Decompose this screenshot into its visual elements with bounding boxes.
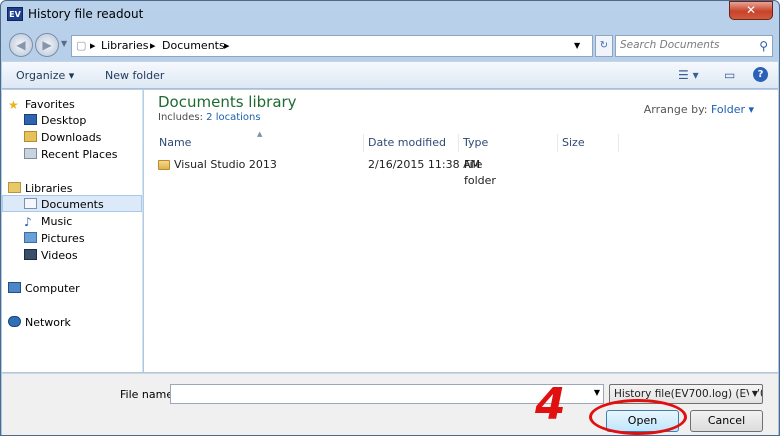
desktop-icon: [24, 114, 37, 125]
network-icon: [8, 316, 21, 327]
recent-pages-dropdown-icon[interactable]: ▼: [61, 39, 67, 48]
column-header-name[interactable]: Name: [156, 134, 364, 152]
nav-desktop[interactable]: Desktop: [24, 112, 164, 129]
search-input[interactable]: [620, 39, 748, 51]
column-header-type[interactable]: Type: [460, 134, 558, 152]
nav-pictures[interactable]: Pictures: [24, 230, 164, 247]
pictures-icon: [24, 232, 37, 243]
address-bar[interactable]: ▢ ▸ Libraries ▸ Documents ▸ ▼: [71, 35, 593, 57]
command-bar: Organize ▾ New folder ☰ ▾ ▭ ?: [2, 61, 778, 89]
file-name-label: File name:: [120, 388, 177, 401]
address-row: ◀ ▶ ▼ ▢ ▸ Libraries ▸ Documents ▸ ▼ ↻ ⚲: [7, 31, 775, 59]
navigation-pane: ★ Favorites Desktop Downloads Recent Plac…: [2, 90, 143, 372]
breadcrumb-libraries[interactable]: Libraries: [101, 39, 149, 52]
folder-icon: [158, 160, 170, 170]
address-dropdown-icon[interactable]: ▼: [574, 41, 580, 50]
app-icon: EV: [7, 7, 23, 21]
documents-icon: [24, 198, 37, 209]
libraries-icon: [8, 182, 21, 193]
organize-button[interactable]: Organize ▾: [16, 69, 74, 82]
help-icon[interactable]: ?: [753, 67, 768, 82]
library-title: Documents library: [158, 93, 297, 111]
arrange-by-dropdown[interactable]: Folder ▾: [711, 103, 754, 116]
library-includes: Includes: 2 locations: [158, 112, 261, 123]
nav-documents[interactable]: Documents: [2, 195, 142, 212]
videos-icon: [24, 249, 37, 260]
highlight-ring: [589, 399, 687, 435]
computer-icon: [8, 282, 21, 293]
breadcrumb-separator-icon[interactable]: ▸: [224, 39, 230, 52]
nav-computer[interactable]: Computer: [8, 280, 148, 297]
chevron-down-icon: ▼: [748, 385, 758, 403]
recent-places-icon: [24, 148, 37, 159]
search-icon[interactable]: ⚲: [759, 39, 768, 53]
new-folder-button[interactable]: New folder: [105, 69, 164, 82]
breadcrumb-documents[interactable]: Documents: [162, 39, 225, 52]
nav-music[interactable]: ♪ Music: [24, 213, 164, 230]
music-icon: ♪: [24, 215, 32, 229]
view-options-icon[interactable]: ☰ ▾: [678, 68, 699, 82]
refresh-button[interactable]: ↻: [595, 35, 613, 57]
star-icon: ★: [8, 98, 19, 112]
close-button[interactable]: ✕: [729, 1, 773, 20]
downloads-icon: [24, 131, 37, 142]
file-type: File folder: [464, 158, 496, 187]
column-header-date-modified[interactable]: Date modified: [365, 134, 459, 152]
file-row[interactable]: Visual Studio 2013 2/16/2015 11:38 AM Fi…: [156, 157, 496, 187]
nav-downloads[interactable]: Downloads: [24, 129, 164, 146]
column-header-size[interactable]: Size: [559, 134, 619, 152]
breadcrumb-separator-icon[interactable]: ▸: [150, 39, 156, 52]
window-title: History file readout: [28, 7, 144, 21]
preview-pane-icon[interactable]: ▭: [724, 68, 735, 82]
title-bar: EV History file readout ✕: [1, 1, 779, 29]
nav-recent-places[interactable]: Recent Places: [24, 146, 164, 163]
chevron-down-icon[interactable]: ▼: [594, 388, 600, 397]
breadcrumb-separator-icon[interactable]: ▸: [90, 39, 96, 52]
file-open-dialog: EV History file readout ✕ ◀ ▶ ▼ ▢ ▸ Libr…: [0, 0, 780, 436]
nav-videos[interactable]: Videos: [24, 247, 164, 264]
nav-favorites[interactable]: ★ Favorites: [8, 96, 148, 113]
nav-network[interactable]: Network: [8, 314, 148, 331]
file-name: Visual Studio 2013: [174, 158, 277, 171]
back-button[interactable]: ◀: [9, 33, 33, 57]
forward-button[interactable]: ▶: [35, 33, 59, 57]
location-icon: ▢: [76, 39, 87, 52]
file-list-pane: Documents library Includes: 2 locations …: [144, 90, 778, 372]
step-number-callout: 4: [535, 379, 566, 430]
locations-link[interactable]: 2 locations: [206, 112, 260, 123]
arrange-by: Arrange by: Folder ▾: [643, 103, 754, 116]
cancel-button[interactable]: Cancel: [690, 410, 763, 432]
search-box[interactable]: ⚲: [615, 35, 773, 57]
